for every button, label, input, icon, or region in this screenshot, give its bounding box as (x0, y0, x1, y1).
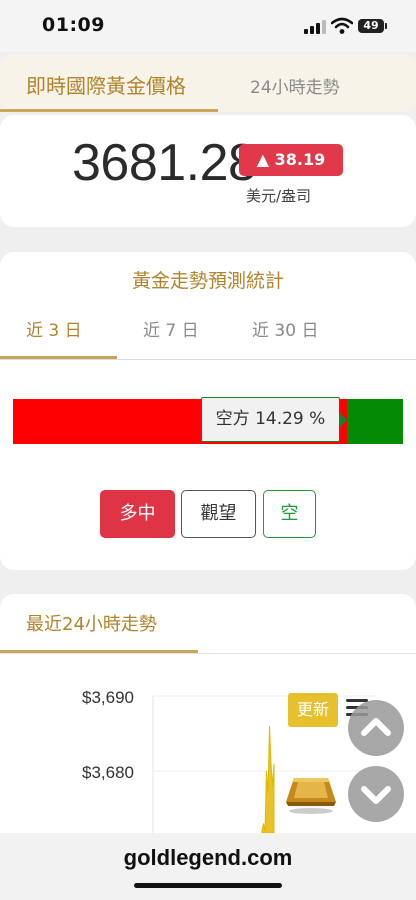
site-domain: goldlegend.com (123, 845, 293, 870)
trend-area-series (261, 725, 275, 834)
home-indicator (134, 883, 282, 888)
scroll-up-button[interactable] (348, 700, 404, 756)
chevron-up-icon (361, 718, 391, 736)
update-button[interactable]: 更新 (288, 693, 338, 727)
y-tick-label: $3,680 (82, 763, 134, 782)
y-tick-label: $3,690 (82, 688, 134, 707)
chevron-down-icon (361, 786, 391, 804)
gold-bar-icon (286, 778, 336, 814)
trend-chart: $3,690 $3,680 (82, 688, 376, 834)
scroll-down-button[interactable] (348, 766, 404, 822)
browser-address-bar[interactable]: goldlegend.com (0, 833, 416, 900)
